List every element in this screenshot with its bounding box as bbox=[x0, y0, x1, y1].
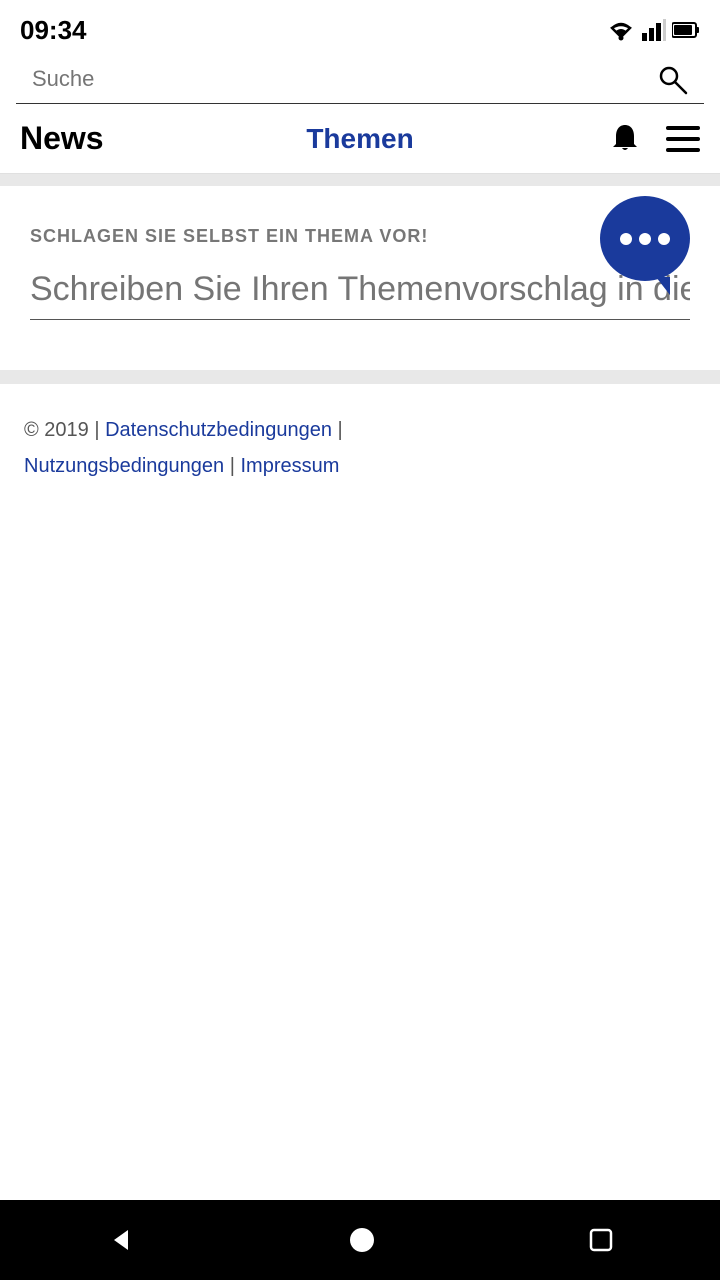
search-input[interactable] bbox=[32, 66, 656, 92]
notification-bell-button[interactable] bbox=[608, 122, 642, 156]
dot-1 bbox=[620, 233, 632, 245]
top-separator bbox=[0, 174, 720, 186]
footer-impressum-link[interactable]: Impressum bbox=[241, 455, 340, 477]
dot-3 bbox=[658, 233, 670, 245]
home-circle-icon bbox=[347, 1225, 377, 1255]
signal-icon bbox=[642, 19, 666, 41]
wifi-icon bbox=[606, 19, 636, 41]
nav-themen-label[interactable]: Themen bbox=[247, 123, 474, 155]
footer-sep1: | bbox=[338, 419, 343, 441]
android-nav-bar bbox=[0, 1200, 720, 1280]
footer-datenschutz-link[interactable]: Datenschutzbedingungen bbox=[105, 419, 332, 441]
recents-square-icon bbox=[588, 1227, 614, 1253]
back-arrow-icon bbox=[106, 1225, 136, 1255]
android-home-button[interactable] bbox=[347, 1225, 377, 1255]
battery-icon bbox=[672, 21, 700, 39]
status-icons bbox=[606, 19, 700, 41]
android-recents-button[interactable] bbox=[588, 1227, 614, 1253]
hamburger-icon bbox=[666, 126, 700, 152]
footer-copyright: © 2019 | bbox=[24, 419, 100, 441]
chat-dots bbox=[620, 233, 670, 245]
status-time: 09:34 bbox=[20, 15, 87, 46]
footer-nutzung-link[interactable]: Nutzungsbedingungen bbox=[24, 455, 224, 477]
dot-2 bbox=[639, 233, 651, 245]
footer: © 2019 | Datenschutzbedingungen | Nutzun… bbox=[0, 384, 720, 1200]
nav-bar: News Themen bbox=[0, 104, 720, 174]
proposal-input[interactable] bbox=[30, 267, 690, 320]
nav-news-label[interactable]: News bbox=[20, 120, 247, 157]
chat-bubble-button[interactable] bbox=[600, 196, 690, 281]
search-button[interactable] bbox=[656, 63, 688, 95]
search-bar bbox=[16, 55, 704, 104]
status-bar: 09:34 bbox=[0, 0, 720, 55]
proposal-label: SCHLAGEN SIE SELBST EIN THEMA VOR! bbox=[30, 226, 690, 247]
android-back-button[interactable] bbox=[106, 1225, 136, 1255]
bell-icon bbox=[608, 122, 642, 156]
hamburger-menu-button[interactable] bbox=[666, 126, 700, 152]
main-content: SCHLAGEN SIE SELBST EIN THEMA VOR! bbox=[0, 186, 720, 370]
nav-icons bbox=[473, 122, 700, 156]
bottom-separator bbox=[0, 370, 720, 384]
footer-sep2: | bbox=[230, 455, 235, 477]
search-icon bbox=[656, 63, 688, 95]
